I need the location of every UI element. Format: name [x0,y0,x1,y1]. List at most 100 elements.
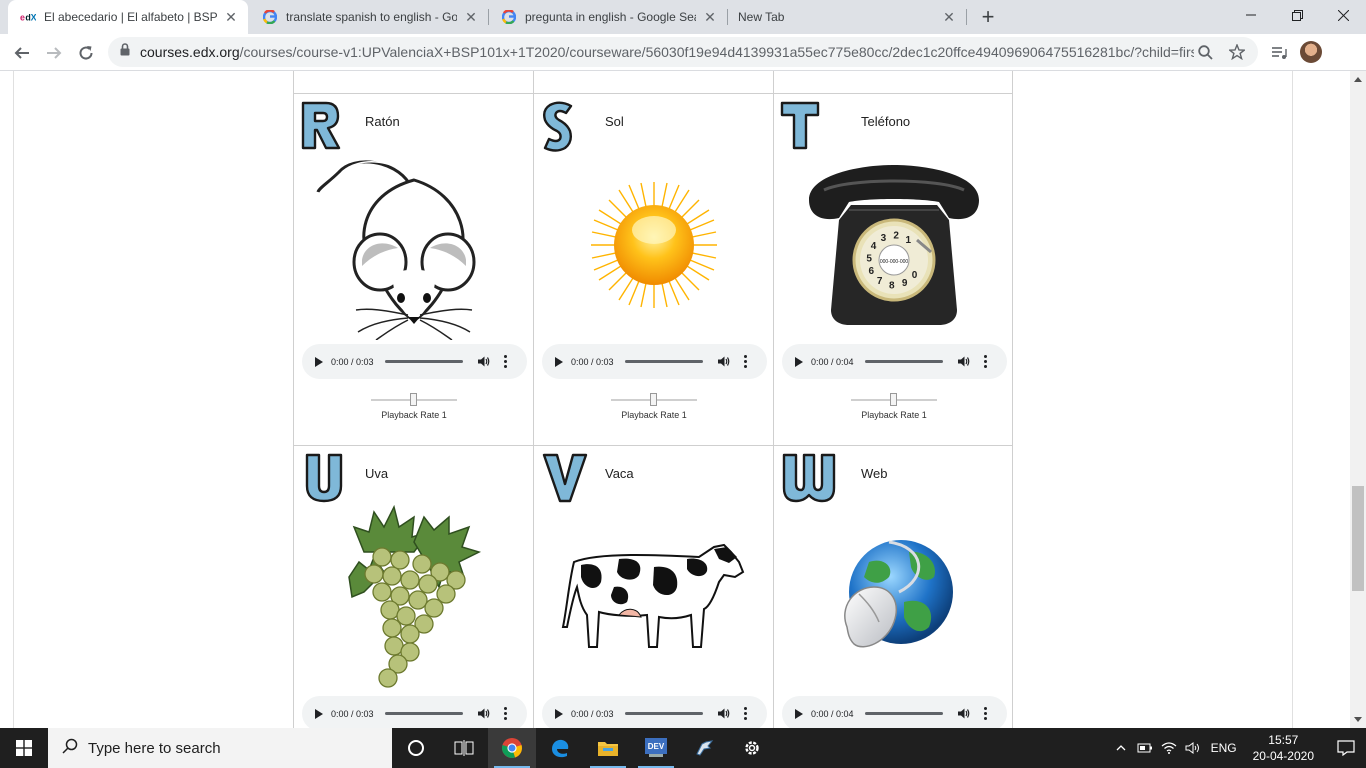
audio-progress[interactable] [865,360,943,363]
restore-button[interactable] [1274,0,1320,30]
playback-rate-control[interactable]: Playback Rate 1 [294,393,534,420]
audio-player[interactable]: 0:00 / 0:03 [542,344,767,379]
language-indicator[interactable]: ENG [1211,741,1237,755]
address-bar[interactable]: courses.edx.org/courses/course-v1:UPVale… [108,37,1258,67]
alphabet-row-r-s-t: Ratón 0:00 / 0:03 Playback Rate 1 Sol 0:… [293,94,1013,446]
scroll-down-icon[interactable] [1354,717,1362,722]
playback-rate-slider[interactable] [611,393,697,406]
notifications-icon[interactable] [1326,740,1366,756]
dev-icon: DEV [645,738,667,757]
tab-new-tab[interactable]: New Tab ✕ [728,0,966,34]
audio-player[interactable]: 0:00 / 0:03 [302,344,527,379]
clock-time: 15:57 [1268,733,1299,747]
word-label: Ratón [365,114,400,129]
more-options-icon[interactable] [502,707,508,720]
tab-translate[interactable]: translate spanish to english - Goo ✕ [250,0,488,34]
letter-card-w: Web 0:00 / 0:04 [773,446,1013,728]
task-view-button[interactable] [440,728,488,768]
tab-close-icon[interactable]: ✕ [463,9,479,25]
scrollbar-thumb[interactable] [1352,486,1364,591]
bookmark-star-icon[interactable] [1226,41,1248,63]
volume-icon[interactable] [958,356,972,367]
audio-player[interactable]: 0:00 / 0:04 [782,344,1007,379]
wifi-icon[interactable] [1157,742,1181,754]
new-tab-button[interactable]: + [976,4,1000,29]
alphabet-row-u-v-w: Uva 0:00 / 0:03 Vaca 0:00 / 0:03 Web 0:0… [293,446,1013,728]
task-view-icon [454,740,474,756]
playback-rate-slider[interactable] [371,393,457,406]
audio-progress[interactable] [385,712,463,715]
minimize-button[interactable] [1228,0,1274,30]
audio-progress[interactable] [865,712,943,715]
playback-rate-slider[interactable] [851,393,937,406]
dial-digit: 0 [912,270,918,281]
audio-progress[interactable] [385,360,463,363]
letter-v-graphic [542,453,588,503]
tab-pregunta[interactable]: pregunta in english - Google Sea ✕ [489,0,727,34]
volume-icon[interactable] [718,708,732,719]
volume-icon[interactable] [478,708,492,719]
alphabet-grid: Ratón 0:00 / 0:03 Playback Rate 1 Sol 0:… [293,71,1013,728]
dial-digit: 5 [866,253,872,264]
more-options-icon[interactable] [742,707,748,720]
audio-player[interactable]: 0:00 / 0:03 [542,696,767,728]
taskbar-dev-app[interactable]: DEV [632,728,680,768]
profile-avatar[interactable] [1300,41,1322,63]
audio-player[interactable]: 0:00 / 0:04 [782,696,1007,728]
close-window-button[interactable] [1320,0,1366,30]
volume-tray-icon[interactable] [1181,742,1205,754]
play-icon[interactable] [315,708,327,719]
vertical-scrollbar[interactable] [1350,71,1366,728]
media-controls-button[interactable] [1267,40,1293,66]
edx-icon: edX [20,9,36,25]
taskbar-bird-app[interactable] [680,728,728,768]
more-options-icon[interactable] [982,355,988,368]
tab-title: El abecedario | El alfabeto | BSP10 [44,10,217,24]
battery-icon[interactable] [1133,743,1157,753]
taskbar-clock[interactable]: 15:57 20-04-2020 [1253,732,1314,764]
tab-active[interactable]: edX El abecedario | El alfabeto | BSP10 … [8,0,248,34]
taskbar-file-explorer[interactable] [584,728,632,768]
slider-thumb[interactable] [650,393,657,406]
playback-rate-control[interactable]: Playback Rate 1 [774,393,1014,420]
show-hidden-icons-icon[interactable] [1109,745,1133,751]
taskbar-search-box[interactable]: Type here to search [48,728,392,768]
letter-card-t: Teléfono 1234567890 000-000-000 0:00 / 0… [773,94,1013,445]
slider-thumb[interactable] [410,393,417,406]
tab-close-icon[interactable]: ✕ [702,9,718,25]
audio-progress[interactable] [625,712,703,715]
reload-button[interactable] [73,40,99,66]
close-icon [1337,9,1349,21]
more-options-icon[interactable] [982,707,988,720]
more-options-icon[interactable] [742,355,748,368]
play-icon[interactable] [555,708,567,719]
letter-s-graphic [542,101,573,152]
forward-button[interactable] [41,40,67,66]
play-icon[interactable] [795,356,807,367]
volume-icon[interactable] [478,356,492,367]
tab-close-icon[interactable]: ✕ [941,9,957,25]
slider-thumb[interactable] [890,393,897,406]
audio-player[interactable]: 0:00 / 0:03 [302,696,527,728]
forward-arrow-icon [47,47,62,59]
telephone-illustration: 12345 67890 000-000-000 [774,150,1014,340]
back-button[interactable] [9,40,35,66]
taskbar-settings[interactable] [728,728,776,768]
scroll-up-icon[interactable] [1354,77,1362,82]
tab-close-icon[interactable]: ✕ [223,9,239,25]
more-options-icon[interactable] [502,355,508,368]
volume-icon[interactable] [718,356,732,367]
letter-card-v: Vaca 0:00 / 0:03 [533,446,773,728]
volume-icon[interactable] [958,708,972,719]
audio-progress[interactable] [625,360,703,363]
taskbar-chrome[interactable] [488,728,536,768]
play-icon[interactable] [555,356,567,367]
play-icon[interactable] [795,708,807,719]
zoom-icon[interactable] [1194,41,1216,63]
web-globe-mouse-illustration [774,502,1014,692]
cortana-button[interactable] [392,728,440,768]
taskbar-edge[interactable] [536,728,584,768]
playback-rate-control[interactable]: Playback Rate 1 [534,393,774,420]
start-button[interactable] [0,728,48,768]
play-icon[interactable] [315,356,327,367]
